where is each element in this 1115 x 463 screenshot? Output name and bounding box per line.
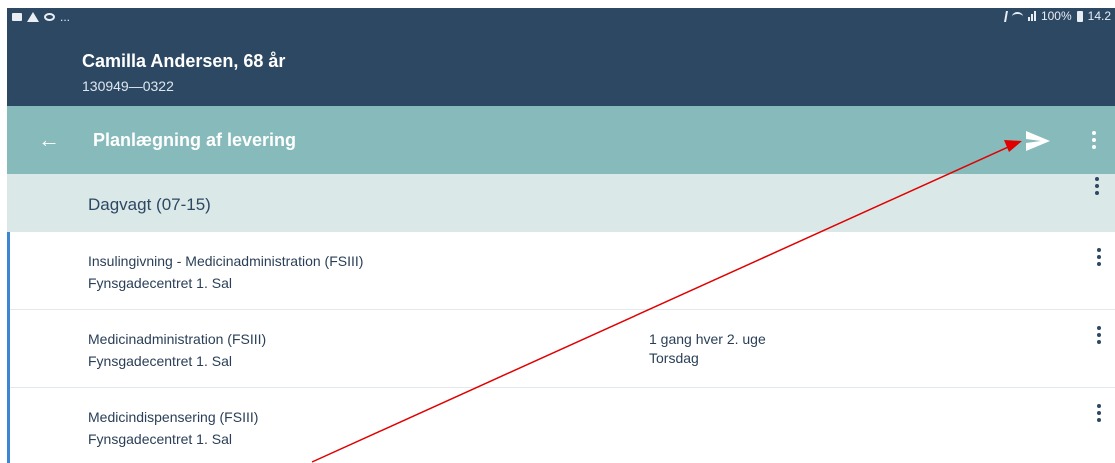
- toolbar-menu-button[interactable]: [1086, 128, 1102, 152]
- page-title: Planlægning af levering: [93, 130, 297, 150]
- delivery-list: Insulingivning - Medicinadministration (…: [7, 232, 1115, 463]
- list-item[interactable]: Medicinadministration (FSIII) Fynsgadece…: [10, 310, 1115, 388]
- item-menu-button[interactable]: [1091, 401, 1107, 425]
- more-vertical-icon: [1097, 326, 1101, 330]
- section-label: Dagvagt (07-15): [88, 195, 211, 214]
- list-item[interactable]: Medicindispensering (FSIII) Fynsgadecent…: [10, 388, 1115, 463]
- item-title: Medicindispensering (FSIII): [88, 409, 259, 425]
- item-day: Torsdag: [649, 350, 699, 366]
- item-menu-button[interactable]: [1091, 245, 1107, 269]
- more-vertical-icon: [1097, 248, 1101, 252]
- status-bar-notifications: ...: [7, 10, 71, 24]
- eye-icon: [44, 13, 55, 21]
- mail-icon: [12, 13, 22, 21]
- item-title: Medicinadministration (FSIII): [88, 331, 267, 347]
- item-location: Fynsgadecentret 1. Sal: [88, 275, 232, 291]
- clock: 14.2: [1087, 9, 1111, 23]
- patient-id: 130949—0322: [82, 78, 174, 94]
- section-menu-button[interactable]: [1089, 174, 1105, 198]
- back-button[interactable]: ←: [35, 126, 63, 154]
- send-button[interactable]: [1023, 128, 1053, 154]
- item-frequency: 1 gang hver 2. uge: [649, 331, 766, 347]
- more-vertical-icon: [1092, 131, 1096, 135]
- arrow-left-icon: ←: [38, 127, 60, 152]
- status-bar: ... 100% 14.2: [7, 8, 1115, 26]
- patient-header: Camilla Andersen, 68 år 130949—0322: [7, 26, 1115, 106]
- signal-icon: [1027, 11, 1036, 21]
- battery-icon: [1076, 10, 1083, 22]
- more-vertical-icon: [1097, 404, 1101, 408]
- item-location: Fynsgadecentret 1. Sal: [88, 353, 232, 369]
- list-item[interactable]: Insulingivning - Medicinadministration (…: [10, 232, 1115, 310]
- toolbar: ← Planlægning af levering: [7, 106, 1115, 174]
- item-location: Fynsgadecentret 1. Sal: [88, 431, 232, 447]
- patient-name: Camilla Andersen, 68 år: [82, 51, 286, 71]
- more-vertical-icon: [1095, 177, 1099, 181]
- bluetooth-icon: [995, 10, 1008, 22]
- item-title: Insulingivning - Medicinadministration (…: [88, 253, 364, 269]
- status-bar-system: 100% 14.2: [995, 9, 1111, 23]
- wifi-icon: [1011, 11, 1023, 21]
- section-header: Dagvagt (07-15): [7, 174, 1115, 232]
- app-window: ... 100% 14.2 Camilla Andersen, 68 år 13…: [7, 8, 1115, 463]
- item-menu-button[interactable]: [1091, 323, 1107, 347]
- more-notifications-text: ...: [60, 10, 71, 24]
- battery-percentage: 100%: [1040, 9, 1072, 23]
- send-icon: [1026, 131, 1050, 151]
- warning-icon: [27, 12, 39, 22]
